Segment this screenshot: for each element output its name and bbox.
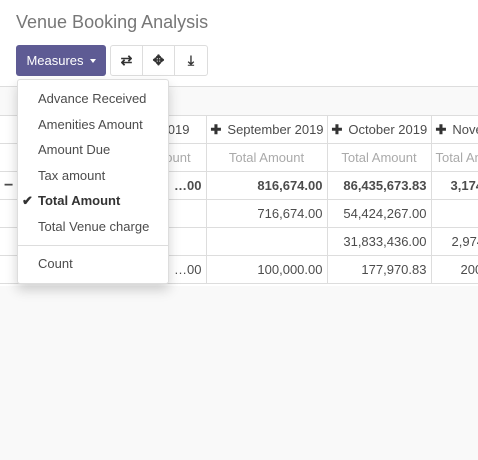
item-label: Tax amount [38,167,106,183]
item-label: Advance Received [38,91,147,106]
col-header[interactable]: ✚ September 2019 [205,115,328,144]
col-header[interactable]: ✚ November 2019 [430,115,478,144]
caret-down-icon [89,58,96,63]
measure-total-venue-charge[interactable]: Total Venue charge [18,214,168,240]
col-header-label: November 2019 [452,121,478,137]
col-header[interactable]: ✚ October 2019 [326,115,432,144]
plus-icon: ✚ [210,121,222,137]
measure-tax-amount[interactable]: Tax amount [18,163,168,189]
cell [205,227,328,256]
col-header-label: October 2019 [348,121,428,137]
measure-total-amount[interactable]: ✔ Total Amount [18,188,168,214]
item-label: Total Amount [38,193,121,208]
measure-amount-due[interactable]: Amount Due [18,137,168,163]
cell: 54,424,267.00 [326,199,432,228]
col-header-label: September 2019 [227,121,324,137]
measure-advance-received[interactable]: Advance Received [18,86,168,112]
measures-label: Measures [26,53,84,68]
item-label: Count [38,256,73,271]
download-icon[interactable]: ⤓ [175,46,207,75]
measures-dropdown: Advance Received Amenities Amount Amount… [17,79,169,284]
measure-header: Total Amount [430,143,478,172]
cell: 31,833,436.00 [326,227,432,256]
measure-amenities-amount[interactable]: Amenities Amount [18,112,168,138]
measures-button[interactable]: Measures [16,45,106,76]
control-panel: Venue Booking Analysis Measures ⇄ ✥ ⤓ [0,0,478,87]
measure-header: Total Amount [326,143,432,172]
item-label: Amenities Amount [38,116,143,132]
cell: 100,000.00 [205,255,328,284]
pivot-actions: ⇄ ✥ ⤓ [110,45,208,76]
plus-icon: ✚ [331,121,343,137]
cell: 200 [430,255,478,284]
cell: 86,435,673.83 [326,171,432,200]
flip-axis-icon[interactable]: ⇄ [111,46,143,75]
measure-count[interactable]: Count [18,251,168,277]
cell: 3,174 [430,171,478,200]
cell [430,199,478,228]
divider [18,245,168,246]
plus-icon: ✚ [435,121,447,137]
item-label: Amount Due [38,142,111,157]
checkmark-icon: ✔ [22,193,33,208]
cell: 716,674.00 [205,199,328,228]
item-label: Total Venue charge [38,218,150,234]
cell: 2,974 [430,227,478,256]
cell: 177,970.83 [326,255,432,284]
measure-header: Total Amount [205,143,328,172]
minus-icon: − [4,176,14,194]
page-title: Venue Booking Analysis [16,12,209,32]
expand-icon[interactable]: ✥ [143,46,175,75]
cell: 816,674.00 [205,171,328,200]
